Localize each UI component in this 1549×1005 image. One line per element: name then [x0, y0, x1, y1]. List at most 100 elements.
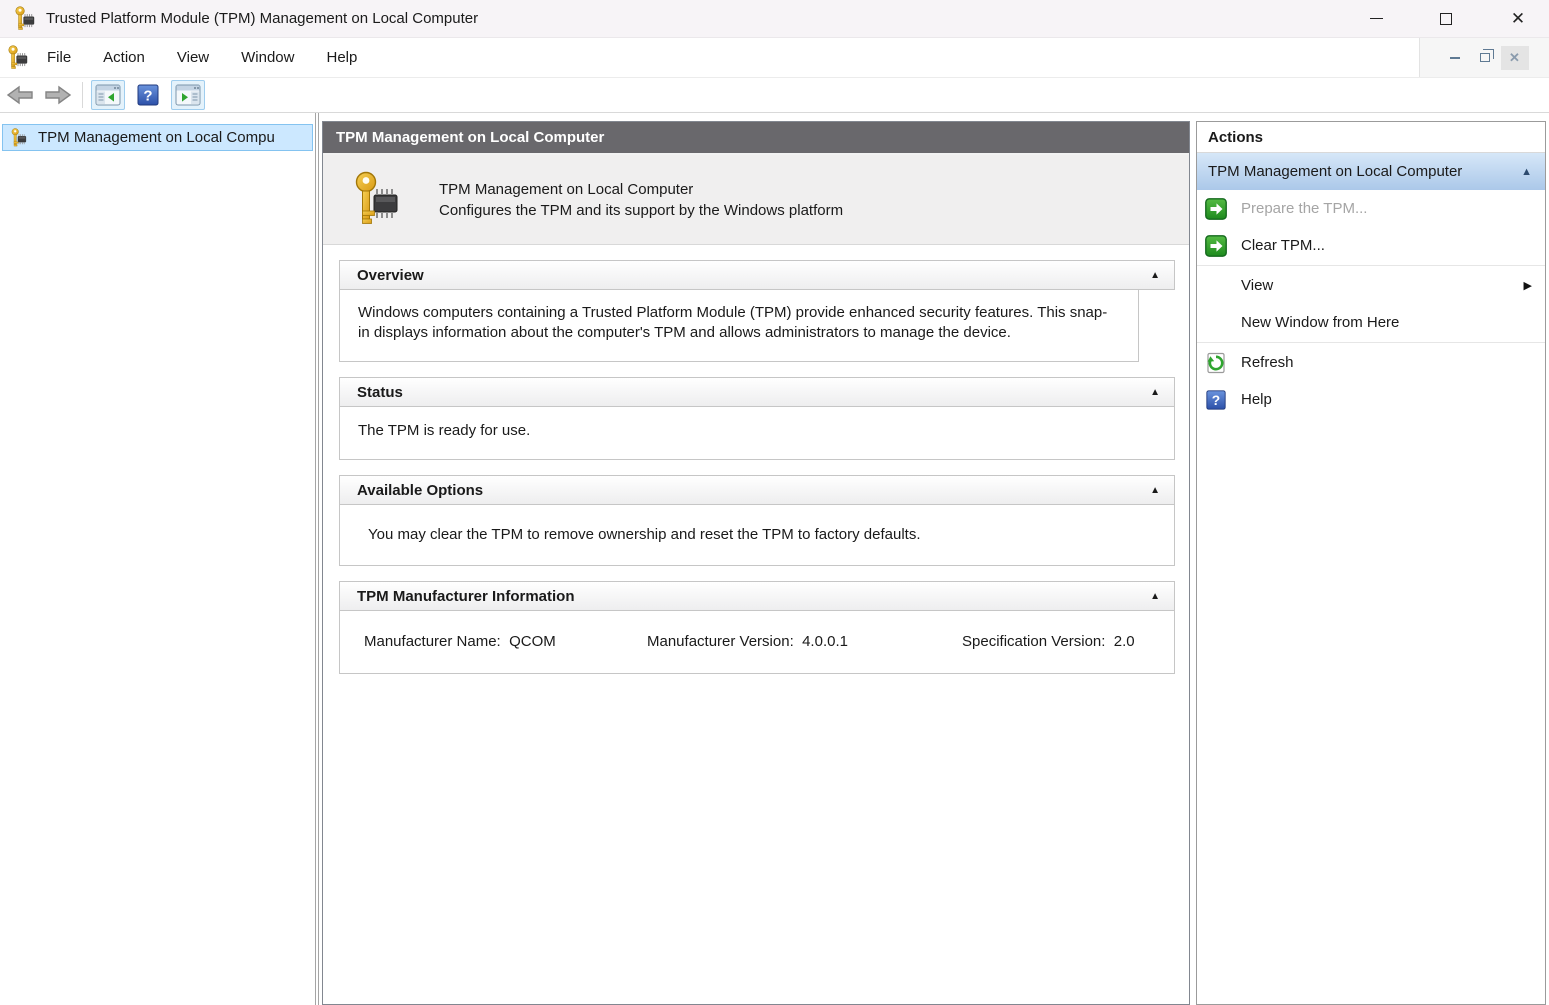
actions-group-title: TPM Management on Local Computer — [1208, 163, 1462, 180]
action-view-label: View — [1241, 277, 1273, 294]
manufacturer-name-field: Manufacturer Name: QCOM — [364, 633, 556, 650]
svg-text:?: ? — [143, 88, 152, 105]
tree-item-label: TPM Management on Local Compu — [38, 129, 275, 146]
console-tree-icon — [95, 84, 121, 106]
mdi-window-controls: ✕ — [1419, 38, 1549, 77]
specification-version-label: Specification Version: — [962, 633, 1105, 650]
action-refresh[interactable]: Refresh — [1197, 344, 1545, 381]
action-prepare-tpm: Prepare the TPM... — [1197, 190, 1545, 227]
action-refresh-label: Refresh — [1241, 354, 1294, 371]
specification-version-value: 2.0 — [1114, 633, 1135, 650]
menu-window[interactable]: Window — [227, 43, 308, 72]
help-toolbar-button[interactable]: ? — [131, 80, 165, 110]
snapin-intro: TPM Management on Local Computer Configu… — [323, 155, 1189, 245]
action-help[interactable]: ? Help — [1197, 381, 1545, 418]
actions-separator — [1197, 342, 1545, 343]
manufacturer-version-label: Manufacturer Version: — [647, 633, 794, 650]
action-view[interactable]: View ▶ — [1197, 267, 1545, 304]
collapse-arrow-icon[interactable]: ▲ — [1150, 485, 1160, 496]
actions-separator — [1197, 265, 1545, 266]
toolbar: ? — [0, 78, 1549, 113]
action-help-label: Help — [1241, 391, 1272, 408]
show-console-tree-button[interactable] — [91, 80, 125, 110]
collapse-arrow-icon[interactable]: ▲ — [1521, 166, 1532, 178]
manufacturer-name-value: QCOM — [509, 633, 556, 650]
section-overview-header[interactable]: Overview ▲ — [339, 260, 1175, 290]
collapse-arrow-icon[interactable]: ▲ — [1150, 270, 1160, 281]
section-status: Status ▲ The TPM is ready for use. — [339, 377, 1175, 460]
console-tree-panel: TPM Management on Local Compu — [0, 113, 316, 1005]
collapse-arrow-icon[interactable]: ▲ — [1150, 387, 1160, 398]
action-new-window[interactable]: New Window from Here — [1197, 304, 1545, 341]
actions-group-header[interactable]: TPM Management on Local Computer ▲ — [1197, 153, 1545, 190]
results-header-title: TPM Management on Local Computer — [336, 129, 604, 146]
green-go-icon — [1205, 235, 1227, 257]
toolbar-separator — [82, 82, 83, 108]
section-manufacturer-info-body: Manufacturer Name: QCOM Manufacturer Ver… — [339, 611, 1175, 674]
section-status-header[interactable]: Status ▲ — [339, 377, 1175, 407]
action-prepare-tpm-label: Prepare the TPM... — [1241, 200, 1367, 217]
window-minimize-button[interactable] — [1353, 0, 1399, 37]
manufacturer-version-value: 4.0.0.1 — [802, 633, 848, 650]
svg-text:?: ? — [1212, 393, 1220, 408]
action-pane-icon — [175, 84, 201, 106]
tpm-console-icon — [7, 45, 29, 71]
window-close-button[interactable]: ✕ — [1495, 0, 1541, 37]
minimize-icon — [1370, 18, 1383, 19]
menu-file[interactable]: File — [33, 43, 85, 72]
section-status-title: Status — [357, 384, 403, 401]
section-available-options: Available Options ▲ You may clear the TP… — [339, 475, 1175, 566]
tpm-node-icon — [8, 128, 30, 148]
section-manufacturer-info: TPM Manufacturer Information ▲ Manufactu… — [339, 581, 1175, 674]
mdi-minimize-button[interactable] — [1441, 46, 1469, 70]
specification-version-field: Specification Version: 2.0 — [962, 633, 1135, 650]
window-maximize-button[interactable] — [1423, 0, 1469, 37]
menu-help[interactable]: Help — [312, 43, 371, 72]
menu-action[interactable]: Action — [89, 43, 159, 72]
manufacturer-name-label: Manufacturer Name: — [364, 633, 501, 650]
help-icon: ? — [1205, 389, 1227, 411]
results-header: TPM Management on Local Computer — [323, 122, 1189, 155]
section-available-options-title: Available Options — [357, 482, 483, 499]
snapin-title: TPM Management on Local Computer — [439, 179, 843, 200]
collapse-arrow-icon[interactable]: ▲ — [1150, 591, 1160, 602]
mdi-minimize-icon — [1450, 57, 1460, 59]
snapin-subtitle: Configures the TPM and its support by th… — [439, 200, 843, 221]
actions-panel-title: Actions — [1208, 129, 1263, 146]
forward-button[interactable] — [42, 83, 72, 107]
section-manufacturer-info-title: TPM Manufacturer Information — [357, 588, 575, 605]
help-icon: ? — [136, 83, 160, 107]
close-icon: ✕ — [1511, 10, 1525, 27]
section-manufacturer-info-header[interactable]: TPM Manufacturer Information ▲ — [339, 581, 1175, 611]
show-action-pane-button[interactable] — [171, 80, 205, 110]
maximize-icon — [1440, 13, 1452, 25]
tpm-large-icon — [353, 171, 401, 229]
green-go-icon — [1205, 198, 1227, 220]
back-button[interactable] — [6, 83, 36, 107]
section-overview-title: Overview — [357, 267, 424, 284]
action-new-window-label: New Window from Here — [1241, 314, 1399, 331]
mdi-close-icon: ✕ — [1509, 50, 1520, 66]
title-bar: Trusted Platform Module (TPM) Management… — [0, 0, 1549, 38]
mdi-restore-icon — [1480, 53, 1490, 62]
section-available-options-header[interactable]: Available Options ▲ — [339, 475, 1175, 505]
mdi-close-button[interactable]: ✕ — [1501, 46, 1529, 70]
window-title: Trusted Platform Module (TPM) Management… — [46, 10, 478, 27]
results-panel: TPM Management on Local Computer TPM Man… — [322, 121, 1190, 1005]
actions-panel-header: Actions — [1197, 122, 1545, 153]
tree-item-tpm-management[interactable]: TPM Management on Local Compu — [2, 124, 313, 151]
section-status-body: The TPM is ready for use. — [339, 407, 1175, 460]
refresh-icon — [1205, 352, 1227, 374]
menu-view[interactable]: View — [163, 43, 223, 72]
manufacturer-version-field: Manufacturer Version: 4.0.0.1 — [647, 633, 848, 650]
section-overview-body: Windows computers containing a Trusted P… — [339, 290, 1139, 362]
action-clear-tpm[interactable]: Clear TPM... — [1197, 227, 1545, 264]
section-available-options-body: You may clear the TPM to remove ownershi… — [339, 505, 1175, 566]
section-overview: Overview ▲ Windows computers containing … — [339, 260, 1175, 362]
action-clear-tpm-label: Clear TPM... — [1241, 237, 1325, 254]
actions-panel: Actions TPM Management on Local Computer… — [1196, 121, 1546, 1005]
tpm-app-icon — [13, 6, 37, 32]
submenu-arrow-icon: ▶ — [1524, 279, 1532, 292]
mdi-restore-button[interactable] — [1471, 46, 1499, 70]
menu-bar: File Action View Window Help ✕ — [0, 38, 1549, 78]
